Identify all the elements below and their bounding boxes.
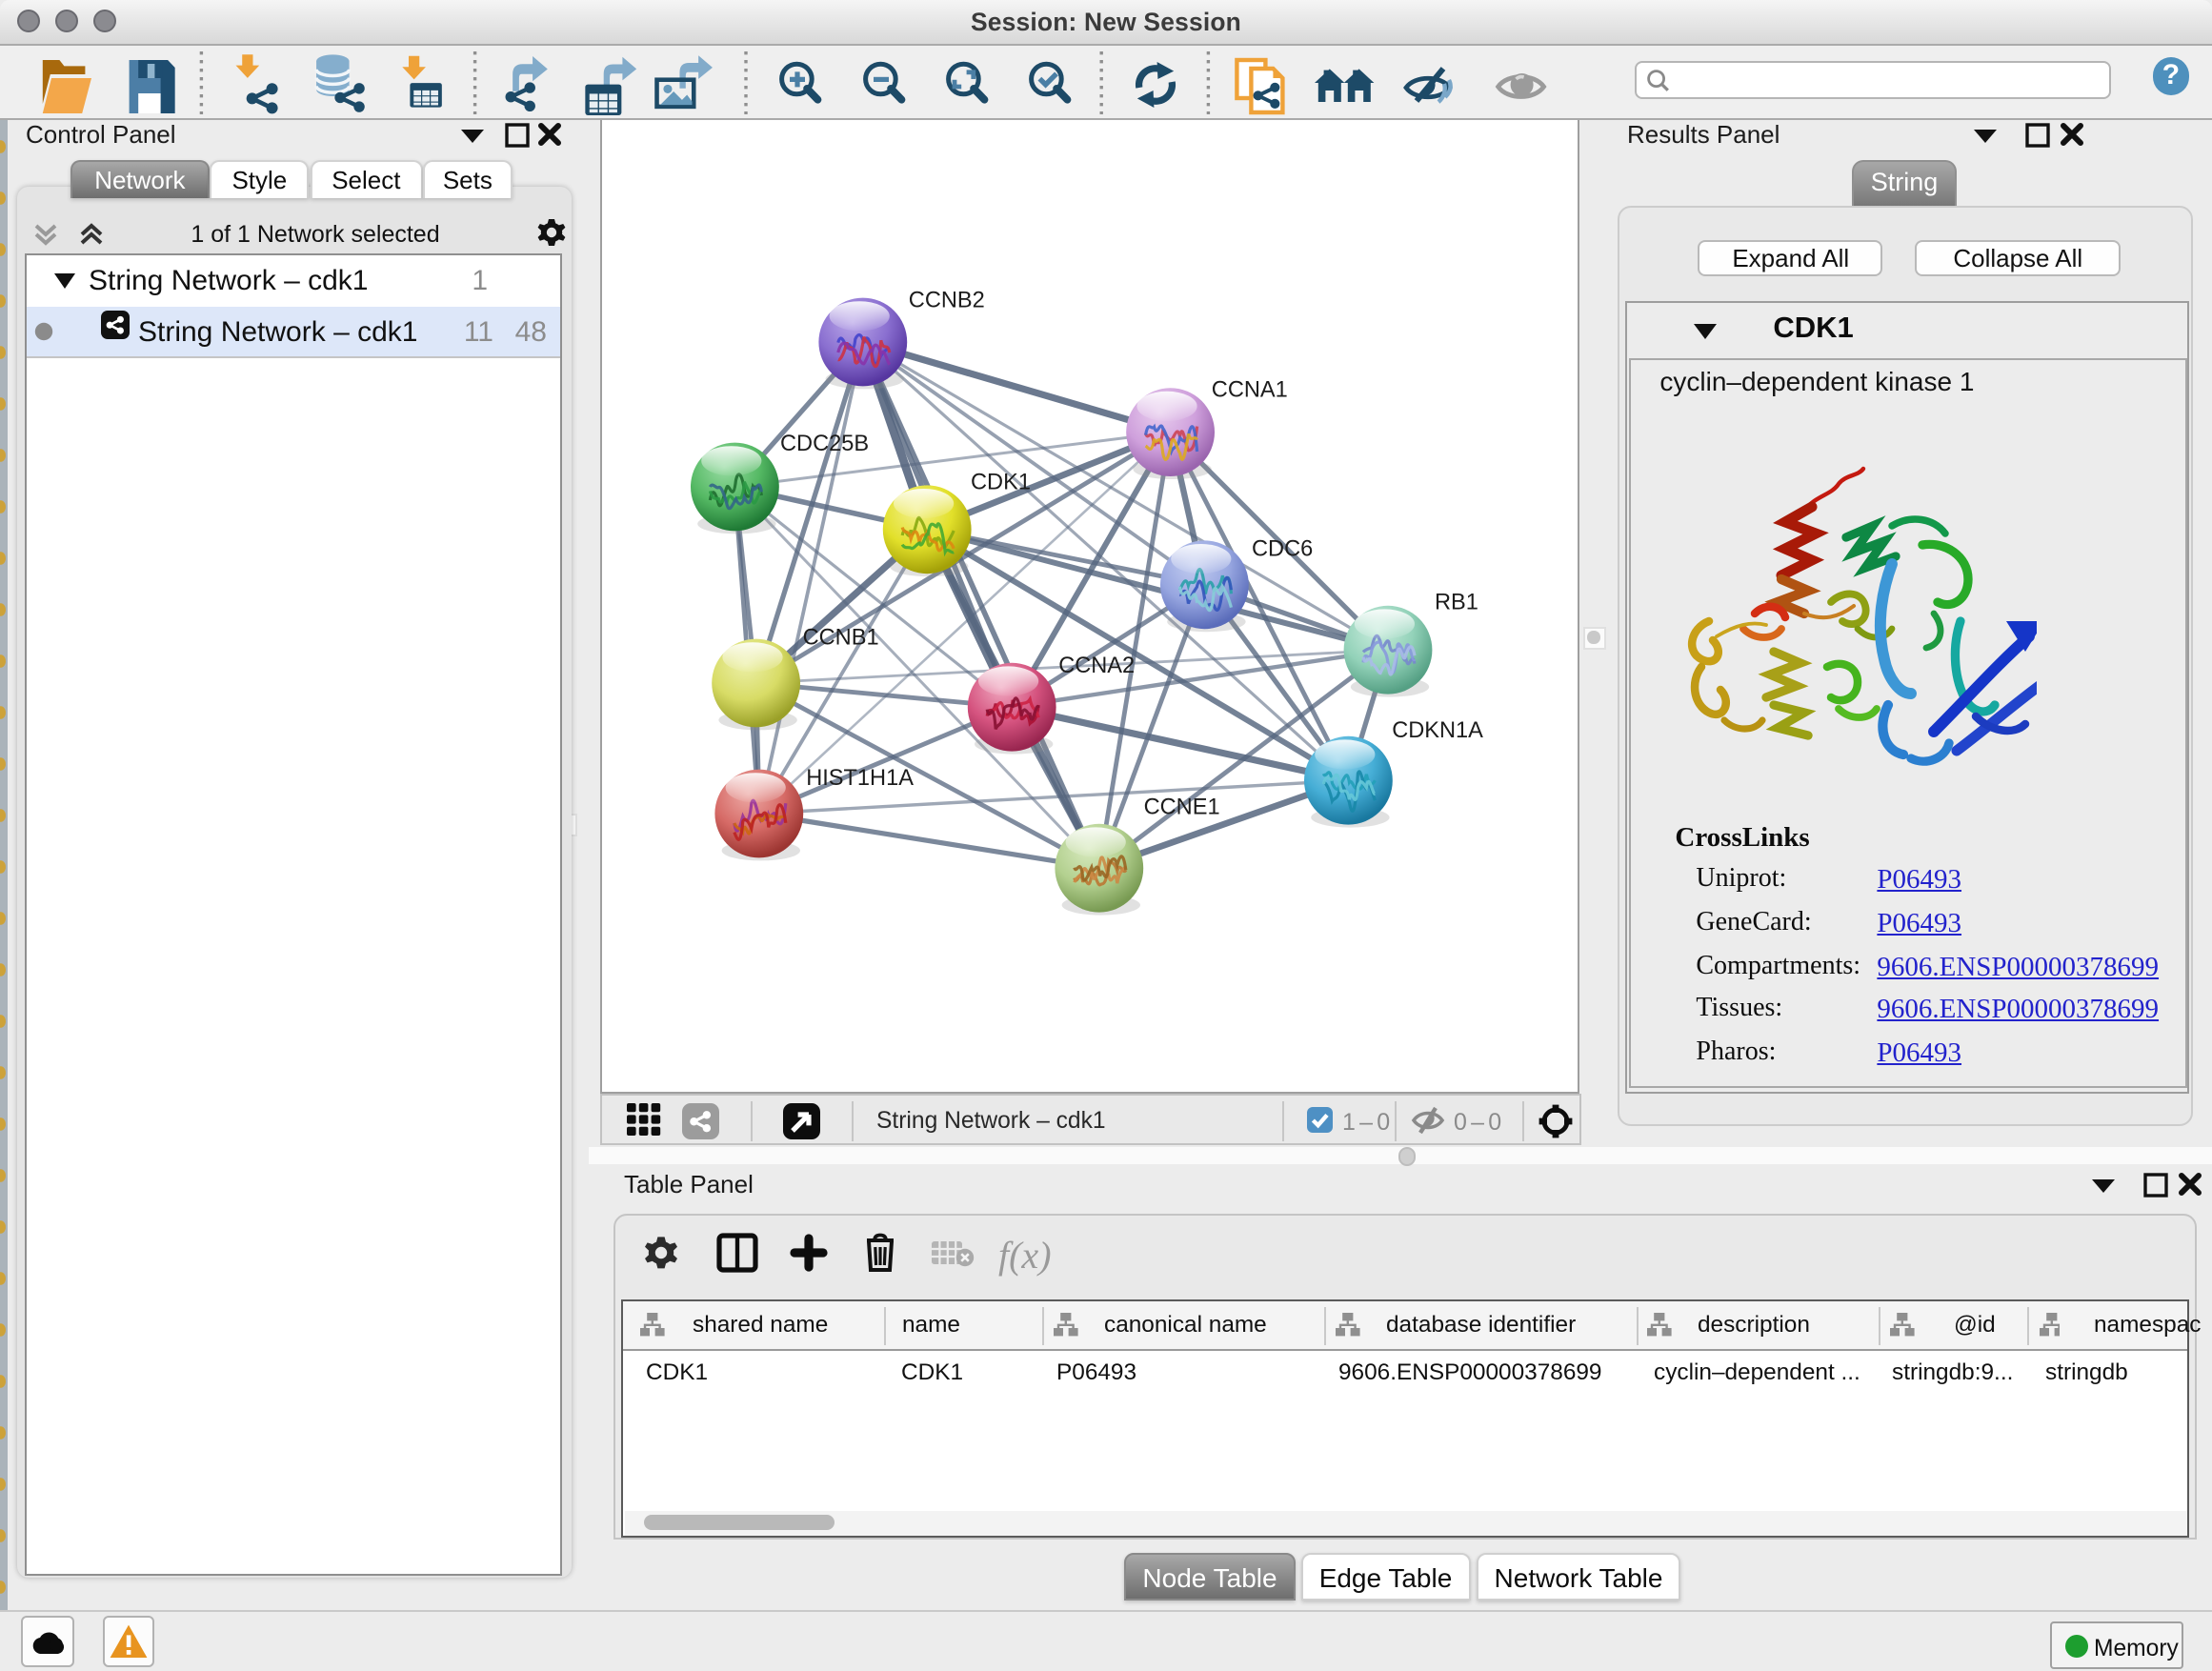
svg-text:RB1: RB1	[1434, 591, 1478, 615]
svg-text:CCNA2: CCNA2	[1057, 654, 1134, 679]
svg-text:CCNA1: CCNA1	[1211, 378, 1287, 403]
svg-text:CDC6: CDC6	[1251, 537, 1312, 562]
svg-text:CDKN1A: CDKN1A	[1391, 719, 1482, 744]
svg-text:CCNE1: CCNE1	[1143, 795, 1219, 820]
svg-text:CCNB2: CCNB2	[908, 289, 984, 313]
svg-text:CDC25B: CDC25B	[779, 432, 868, 456]
svg-text:CDK1: CDK1	[970, 471, 1030, 495]
svg-text:HIST1H1A: HIST1H1A	[805, 767, 913, 792]
svg-text:f(x): f(x)	[997, 1234, 1051, 1277]
svg-text:CCNB1: CCNB1	[802, 626, 878, 651]
